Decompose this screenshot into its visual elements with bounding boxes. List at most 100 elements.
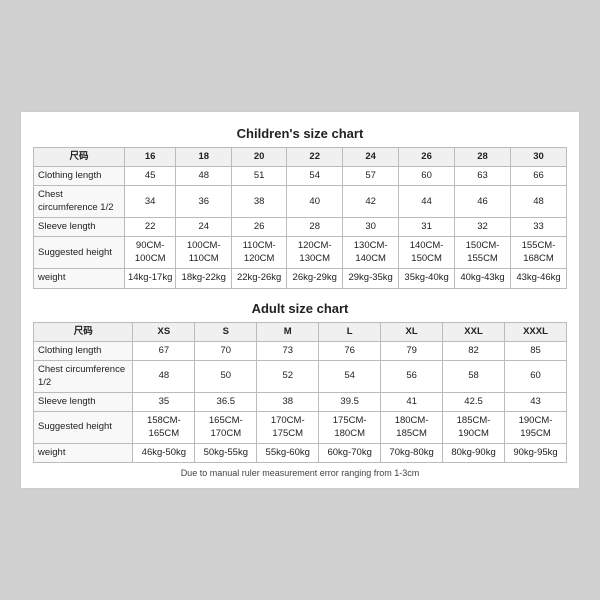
table-cell: 35 [133,392,195,411]
table-cell: 60 [505,361,567,393]
table-row: Clothing length67707376798285 [34,341,567,360]
table-cell: 48 [511,186,567,218]
table-cell: 41 [381,392,443,411]
adult-table-body: Clothing length67707376798285Chest circu… [34,341,567,462]
table-cell: 38 [257,392,319,411]
size-chart-container: Children's size chart 尺码1618202224262830… [20,111,580,490]
table-cell: 38 [232,186,287,218]
table-cell: 120CM-130CM [287,237,343,269]
table-cell: 79 [381,341,443,360]
table-cell: 57 [343,167,399,186]
table-cell: 48 [176,167,232,186]
table-cell: 30 [343,218,399,237]
table-cell: 190CM-195CM [505,412,567,444]
row-label: Chest circumference 1/2 [34,361,133,393]
table-cell: 58 [443,361,505,393]
table-cell: 36.5 [195,392,257,411]
table-cell: 42 [343,186,399,218]
table-cell: 175CM-180CM [319,412,381,444]
table-cell: 22 [124,218,176,237]
adult-col-header: XL [381,322,443,341]
children-chart-title: Children's size chart [33,122,567,147]
children-col-header: 22 [287,147,343,166]
table-cell: 18kg-22kg [176,269,232,288]
table-cell: 60 [399,167,455,186]
table-row: Chest circumference 1/248505254565860 [34,361,567,393]
adult-chart-title: Adult size chart [33,297,567,322]
row-label: Clothing length [34,167,125,186]
table-cell: 48 [133,361,195,393]
table-cell: 73 [257,341,319,360]
row-label: Suggested height [34,412,133,444]
table-cell: 50kg-55kg [195,443,257,462]
table-cell: 55kg-60kg [257,443,319,462]
table-cell: 54 [287,167,343,186]
table-cell: 90CM-100CM [124,237,176,269]
adult-col-header: S [195,322,257,341]
adult-col-header: XS [133,322,195,341]
table-cell: 76 [319,341,381,360]
table-cell: 51 [232,167,287,186]
table-cell: 26 [232,218,287,237]
row-label: Sleeve length [34,392,133,411]
table-cell: 63 [455,167,511,186]
table-cell: 44 [399,186,455,218]
table-cell: 33 [511,218,567,237]
children-col-header: 28 [455,147,511,166]
table-cell: 31 [399,218,455,237]
table-cell: 67 [133,341,195,360]
table-cell: 40kg-43kg [455,269,511,288]
table-cell: 70kg-80kg [381,443,443,462]
table-cell: 22kg-26kg [232,269,287,288]
table-row: Chest circumference 1/23436384042444648 [34,186,567,218]
adult-header-row: 尺码XSSMLXLXXLXXXL [34,322,567,341]
table-cell: 24 [176,218,232,237]
table-cell: 28 [287,218,343,237]
children-col-header: 30 [511,147,567,166]
table-row: Sleeve length3536.53839.54142.543 [34,392,567,411]
table-cell: 185CM-190CM [443,412,505,444]
table-cell: 70 [195,341,257,360]
table-cell: 46kg-50kg [133,443,195,462]
table-cell: 155CM-168CM [511,237,567,269]
children-col-header: 18 [176,147,232,166]
table-cell: 150CM-155CM [455,237,511,269]
children-col-header: 26 [399,147,455,166]
table-row: Suggested height90CM-100CM100CM-110CM110… [34,237,567,269]
table-cell: 82 [443,341,505,360]
table-cell: 43 [505,392,567,411]
row-label: Chest circumference 1/2 [34,186,125,218]
table-cell: 36 [176,186,232,218]
table-cell: 140CM-150CM [399,237,455,269]
adult-col-header: M [257,322,319,341]
table-row: weight46kg-50kg50kg-55kg55kg-60kg60kg-70… [34,443,567,462]
children-col-header: 24 [343,147,399,166]
children-col-header: 20 [232,147,287,166]
table-cell: 50 [195,361,257,393]
table-cell: 32 [455,218,511,237]
table-cell: 110CM-120CM [232,237,287,269]
table-cell: 60kg-70kg [319,443,381,462]
table-cell: 43kg-46kg [511,269,567,288]
table-cell: 100CM-110CM [176,237,232,269]
footnote: Due to manual ruler measurement error ra… [33,463,567,478]
children-header-row: 尺码1618202224262830 [34,147,567,166]
table-cell: 54 [319,361,381,393]
table-cell: 180CM-185CM [381,412,443,444]
table-cell: 40 [287,186,343,218]
adult-size-table: 尺码XSSMLXLXXLXXXL Clothing length67707376… [33,322,567,464]
table-cell: 39.5 [319,392,381,411]
adult-col-header: L [319,322,381,341]
table-cell: 26kg-29kg [287,269,343,288]
row-label: Suggested height [34,237,125,269]
table-cell: 158CM-165CM [133,412,195,444]
table-cell: 14kg-17kg [124,269,176,288]
table-row: Clothing length4548515457606366 [34,167,567,186]
table-cell: 130CM-140CM [343,237,399,269]
table-cell: 56 [381,361,443,393]
adult-col-header: XXXL [505,322,567,341]
table-cell: 165CM-170CM [195,412,257,444]
table-cell: 90kg-95kg [505,443,567,462]
table-cell: 42.5 [443,392,505,411]
table-cell: 80kg-90kg [443,443,505,462]
